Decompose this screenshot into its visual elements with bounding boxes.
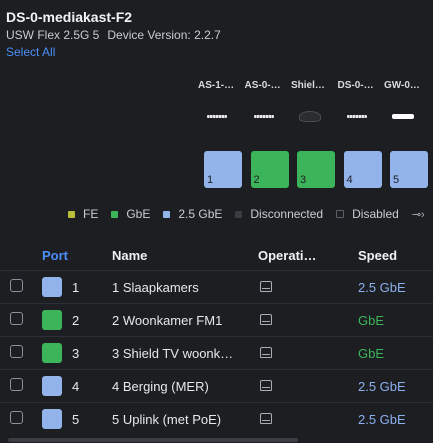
- legend-fe-swatch: [68, 210, 75, 218]
- column-header-speed[interactable]: Speed: [358, 241, 433, 271]
- horizontal-scrollbar[interactable]: [0, 437, 433, 443]
- port-name: 4 Berging (MER): [112, 369, 258, 403]
- port-box-number: 1: [207, 174, 214, 186]
- device-title: DS-0-mediakast-F2: [6, 9, 133, 25]
- switching-icon: [260, 313, 272, 325]
- port-speed: 2.5 GbE: [358, 402, 433, 435]
- device-version: Device Version: 2.2.7: [107, 28, 221, 42]
- port-number: 2: [72, 312, 80, 328]
- legend-disabled-swatch: [336, 210, 345, 218]
- table-header: Port Name Operati… Speed: [0, 241, 433, 271]
- select-all-link[interactable]: Select All: [6, 45, 55, 59]
- table-row[interactable]: 5 5 Uplink (met PoE) 2.5 GbE: [0, 402, 433, 435]
- legend-fe: FE: [68, 207, 98, 221]
- table-row[interactable]: 1 1 Slaapkamers 2.5 GbE: [0, 270, 433, 304]
- port-box[interactable]: 1: [204, 151, 242, 188]
- port-box-number: 3: [300, 174, 307, 186]
- legend-disconnected-swatch: [235, 210, 243, 218]
- port-device-label: AS-1-…: [198, 80, 235, 91]
- switching-icon: [260, 412, 272, 424]
- scrollbar-thumb[interactable]: [8, 438, 298, 442]
- arrow-into-icon: ⊸›: [411, 208, 425, 221]
- port-box-number: 4: [346, 174, 353, 186]
- port-device-label: GW-0…: [384, 80, 420, 91]
- port-panel: AS-1-… 1 AS-0-… 2 Shiel… 3 DS-0-… 4 GW-0… 5: [198, 78, 433, 190]
- legend-2-5gbe-swatch: [163, 210, 171, 218]
- connector-icon: [392, 108, 414, 124]
- row-checkbox[interactable]: [10, 312, 23, 325]
- port-box[interactable]: 4: [343, 151, 382, 188]
- port-box-number: 5: [393, 174, 400, 186]
- connector-icon: [206, 108, 228, 124]
- legend-2-5gbe: 2.5 GbE: [163, 207, 222, 221]
- table-row[interactable]: 3 3 Shield TV woonk… GbE: [0, 336, 433, 370]
- port-box[interactable]: 3: [297, 151, 335, 188]
- connector-icon: [346, 108, 368, 124]
- port-speed: GbE: [358, 336, 433, 370]
- legend-gbe: GbE: [111, 207, 150, 221]
- port-speed: 2.5 GbE: [358, 270, 433, 304]
- port-color-swatch: [42, 409, 62, 429]
- port-color-swatch: [42, 343, 62, 363]
- port-number: 1: [72, 279, 80, 295]
- device-subtitle: USW Flex 2.5G 5 Device Version: 2.2.7: [6, 28, 221, 42]
- port-device-label: AS-0-…: [244, 80, 281, 91]
- port-number: 3: [72, 345, 80, 361]
- port-name: 3 Shield TV woonk…: [112, 336, 258, 370]
- port-name: 5 Uplink (met PoE): [112, 402, 258, 435]
- port-device-label: DS-0-…: [337, 80, 374, 91]
- port-number: 4: [72, 378, 80, 394]
- port-name: 2 Woonkamer FM1: [112, 303, 258, 337]
- legend-gbe-swatch: [111, 210, 119, 218]
- ports-table: Port Name Operati… Speed 11 Slaapkamers 2…: [0, 241, 433, 435]
- port-color-swatch: [42, 376, 62, 396]
- column-header-operation[interactable]: Operati…: [258, 241, 358, 271]
- port-legend: FE GbE 2.5 GbE Disconnected Disabled ⊸›: [68, 207, 425, 221]
- port-box[interactable]: 5: [390, 151, 428, 188]
- connector-icon: [299, 108, 321, 124]
- connector-icon: [253, 108, 275, 124]
- row-checkbox[interactable]: [10, 345, 23, 358]
- device-model: USW Flex 2.5G 5: [6, 28, 100, 42]
- row-checkbox[interactable]: [10, 411, 23, 424]
- table-row[interactable]: 2 2 Woonkamer FM1 GbE: [0, 303, 433, 337]
- port-name: 1 Slaapkamers: [112, 270, 258, 304]
- legend-disconnected: Disconnected: [235, 207, 323, 221]
- port-speed: GbE: [358, 303, 433, 337]
- port-color-swatch: [42, 277, 62, 297]
- column-header-port[interactable]: Port: [42, 241, 112, 271]
- port-number: 5: [72, 411, 80, 427]
- port-device-label: Shiel…: [291, 80, 325, 91]
- port-box-number: 2: [253, 174, 260, 186]
- legend-disabled: Disabled: [336, 207, 399, 221]
- table-row[interactable]: 4 4 Berging (MER) 2.5 GbE: [0, 369, 433, 403]
- switching-icon: [260, 379, 272, 391]
- port-color-swatch: [42, 310, 62, 330]
- switching-icon: [260, 346, 272, 358]
- port-box[interactable]: 2: [250, 151, 289, 188]
- port-speed: 2.5 GbE: [358, 369, 433, 403]
- row-checkbox[interactable]: [10, 378, 23, 391]
- column-header-name[interactable]: Name: [112, 241, 258, 271]
- row-checkbox[interactable]: [10, 279, 23, 292]
- switching-icon: [260, 280, 272, 292]
